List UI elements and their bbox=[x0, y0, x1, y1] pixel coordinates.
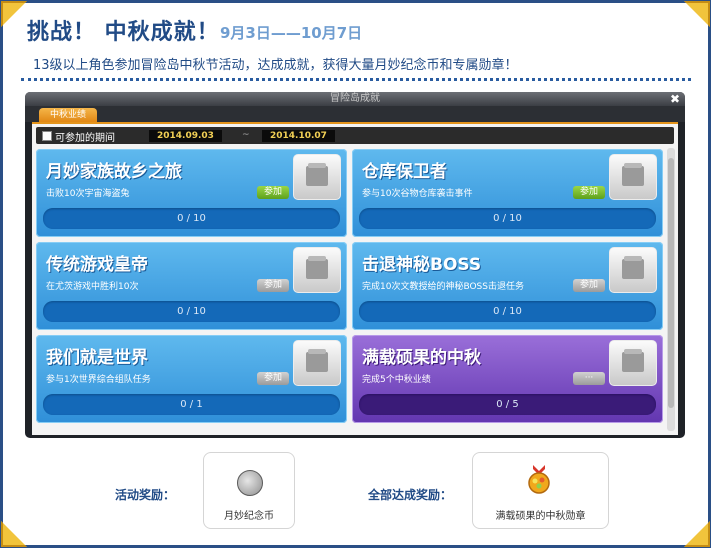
progress-bar: 0 / 5 bbox=[359, 394, 656, 415]
achievement-description: 击败10次宇宙海盗兔 bbox=[46, 189, 130, 199]
period-checkbox[interactable] bbox=[42, 131, 52, 141]
activity-reward-box: 月妙纪念币 bbox=[203, 452, 295, 529]
reward-box[interactable] bbox=[609, 340, 657, 386]
join-button[interactable]: 参加 bbox=[573, 279, 605, 292]
achievement-panel: 可参加的期间 2014.09.03 ~ 2014.10.07 月妙家族故乡之旅 … bbox=[32, 122, 678, 435]
gift-box-icon bbox=[622, 256, 644, 279]
period-start-date: 2014.09.03 bbox=[149, 130, 222, 142]
tab-mid-autumn[interactable]: 中秋业绩 bbox=[39, 108, 97, 122]
gift-box-icon bbox=[306, 163, 328, 186]
corner-ornament bbox=[684, 1, 710, 27]
achievement-card: 击退神秘BOSS 完成10次文教授给的神秘BOSS击退任务 参加 0 / 10 bbox=[352, 242, 663, 330]
achievement-card: 我们就是世界 参与1次世界综合组队任务 参加 0 / 1 bbox=[36, 335, 347, 423]
progress-bar: 0 / 10 bbox=[359, 208, 656, 229]
more-button[interactable]: ··· bbox=[573, 372, 605, 385]
activity-reward-name: 月妙纪念币 bbox=[224, 511, 274, 522]
join-button[interactable]: 参加 bbox=[257, 372, 289, 385]
complete-reward-label: 全部达成奖励： bbox=[368, 488, 453, 502]
join-button[interactable]: 参加 bbox=[257, 186, 289, 199]
achievement-title: 击退神秘BOSS bbox=[362, 255, 482, 275]
achievement-title: 月妙家族故乡之旅 bbox=[46, 162, 182, 182]
reward-box[interactable] bbox=[293, 154, 341, 200]
achievement-card: 仓库保卫者 参与10次谷物仓库袭击事件 参加 0 / 10 bbox=[352, 149, 663, 237]
progress-bar: 0 / 10 bbox=[43, 208, 340, 229]
achievement-card: 月妙家族故乡之旅 击败10次宇宙海盗兔 参加 0 / 10 bbox=[36, 149, 347, 237]
complete-reward-box: 满载硕果的中秋勋章 bbox=[472, 452, 609, 529]
page-title: 挑战！ 中秋成就！ bbox=[27, 20, 220, 45]
tab-bar: 中秋业绩 bbox=[25, 106, 685, 122]
reward-box[interactable] bbox=[609, 154, 657, 200]
achievement-window: 冒险岛成就 ✖ 中秋业绩 可参加的期间 2014.09.03 ~ 2014.10… bbox=[25, 92, 685, 438]
event-date-range: 9月3日——10月7日 bbox=[220, 24, 363, 42]
achievement-description: 在尤茨游戏中胜利10次 bbox=[46, 282, 139, 292]
progress-bar: 0 / 10 bbox=[43, 301, 340, 322]
period-separator: ~ bbox=[242, 130, 250, 140]
reward-box[interactable] bbox=[293, 247, 341, 293]
dotted-divider bbox=[21, 78, 691, 81]
achievement-description: 参与10次谷物仓库袭击事件 bbox=[362, 189, 473, 199]
achievement-card: 传统游戏皇帝 在尤茨游戏中胜利10次 参加 0 / 10 bbox=[36, 242, 347, 330]
complete-reward-name: 满载硕果的中秋勋章 bbox=[495, 511, 586, 522]
gift-box-icon bbox=[622, 349, 644, 372]
achievement-description: 完成10次文教授给的神秘BOSS击退任务 bbox=[362, 282, 524, 292]
close-icon[interactable]: ✖ bbox=[670, 92, 680, 106]
achievement-title: 我们就是世界 bbox=[46, 348, 148, 368]
join-button[interactable]: 参加 bbox=[573, 186, 605, 199]
event-description: 13级以上角色参加冒险岛中秋节活动，达成成就，获得大量月妙纪念币和专属勋章！ bbox=[33, 58, 518, 73]
scrollbar-thumb[interactable] bbox=[668, 158, 674, 408]
medal-icon bbox=[528, 465, 550, 494]
rewards-section: 活动奖励： 月妙纪念币 全部达成奖励： 满载硕果的中秋勋章 bbox=[0, 448, 711, 538]
period-label: 可参加的期间 bbox=[55, 133, 115, 144]
activity-reward-label: 活动奖励： bbox=[115, 488, 176, 502]
gift-box-icon bbox=[306, 349, 328, 372]
join-button[interactable]: 参加 bbox=[257, 279, 289, 292]
coin-icon bbox=[237, 470, 263, 496]
achievement-description: 完成5个中秋业绩 bbox=[362, 375, 431, 385]
achievement-title: 满载硕果的中秋 bbox=[362, 348, 481, 368]
achievement-title: 传统游戏皇帝 bbox=[46, 255, 148, 275]
window-title: 冒险岛成就 bbox=[25, 92, 685, 106]
reward-box[interactable] bbox=[609, 247, 657, 293]
period-end-date: 2014.10.07 bbox=[262, 130, 335, 142]
reward-box[interactable] bbox=[293, 340, 341, 386]
achievement-description: 参与1次世界综合组队任务 bbox=[46, 375, 151, 385]
gift-box-icon bbox=[622, 163, 644, 186]
scrollbar[interactable] bbox=[667, 148, 675, 431]
achievement-card-final: 满载硕果的中秋 完成5个中秋业绩 ··· 0 / 5 bbox=[352, 335, 663, 423]
progress-bar: 0 / 1 bbox=[43, 394, 340, 415]
progress-bar: 0 / 10 bbox=[359, 301, 656, 322]
corner-ornament bbox=[1, 1, 27, 27]
achievement-title: 仓库保卫者 bbox=[362, 162, 447, 182]
period-bar: 可参加的期间 2014.09.03 ~ 2014.10.07 bbox=[36, 127, 674, 144]
gift-box-icon bbox=[306, 256, 328, 279]
